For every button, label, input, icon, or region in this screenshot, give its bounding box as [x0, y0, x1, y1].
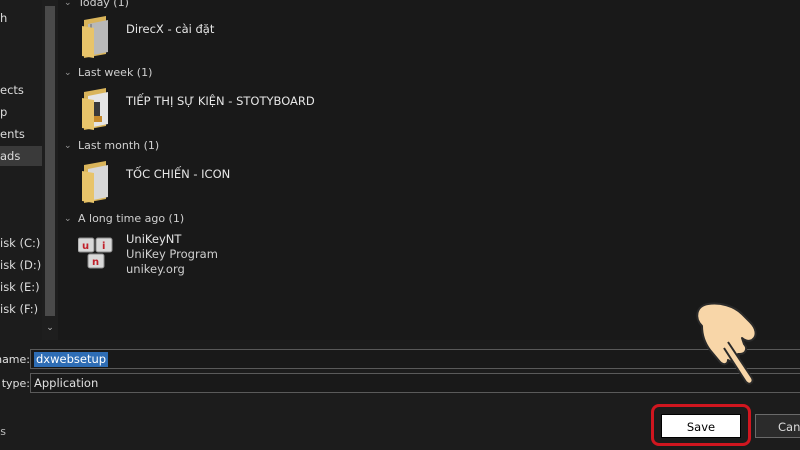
nav-item-drive-e[interactable]: isk (E:): [0, 277, 42, 297]
item-name: TIẾP THỊ SỰ KIỆN - STOTYBOARD: [126, 94, 315, 108]
filename-label: name:: [0, 353, 30, 366]
sidebar-scrollbar[interactable]: ⌄: [42, 0, 58, 340]
scrollbar-thumb[interactable]: [45, 6, 55, 316]
filetype-value: Application: [34, 376, 99, 390]
folder-icon: [78, 14, 114, 58]
svg-text:u: u: [82, 241, 89, 252]
hide-folders-toggle[interactable]: s: [0, 425, 6, 438]
item-name: UniKeyNT: [126, 232, 182, 246]
nav-item-1[interactable]: h: [0, 8, 42, 28]
item-name: DirecX - cài đặt: [126, 22, 215, 36]
save-highlight-box: [651, 404, 751, 446]
list-item[interactable]: DirecX - cài đặt: [78, 14, 214, 66]
list-item[interactable]: TỐC CHIẾN - ICON: [78, 159, 230, 211]
chevron-down-icon: ⌄: [64, 0, 72, 8]
cancel-button[interactable]: Canc: [755, 414, 800, 438]
nav-item-2[interactable]: ects: [0, 80, 42, 100]
group-header-long-ago[interactable]: ⌄ A long time ago (1): [64, 210, 184, 228]
navigation-pane: h ects p ents ads isk (C:) isk (D:) isk …: [0, 0, 58, 340]
folder-icon: [78, 159, 114, 203]
filetype-label: type:: [1, 377, 30, 390]
svg-text:n: n: [92, 257, 99, 268]
group-header-last-month[interactable]: ⌄ Last month (1): [64, 137, 159, 155]
group-header-last-week[interactable]: ⌄ Last week (1): [64, 64, 152, 82]
svg-text:i: i: [102, 241, 105, 252]
chevron-down-icon: ⌄: [64, 68, 72, 78]
nav-item-drive-f[interactable]: isk (F:): [0, 299, 42, 319]
nav-item-3[interactable]: p: [0, 102, 42, 122]
folder-icon: [78, 86, 114, 130]
chevron-down-icon: ⌄: [64, 141, 72, 151]
item-publisher: unikey.org: [126, 262, 185, 276]
nav-item-downloads[interactable]: ads: [0, 146, 42, 166]
nav-item-drive-d[interactable]: isk (D:): [0, 255, 42, 275]
chevron-down-icon: ⌄: [64, 214, 72, 224]
pointing-hand-icon: [688, 296, 768, 388]
item-name: TỐC CHIẾN - ICON: [126, 167, 231, 181]
filename-input[interactable]: dxwebsetup: [30, 349, 800, 369]
nav-item-4[interactable]: ents: [0, 124, 42, 144]
item-description: UniKey Program: [126, 247, 218, 261]
nav-item-drive-c[interactable]: isk (C:): [0, 233, 42, 253]
scroll-down-icon[interactable]: ⌄: [45, 322, 55, 334]
filename-value: dxwebsetup: [34, 352, 109, 367]
list-item[interactable]: u i n UniKeyNT UniKey Program unikey.org: [77, 228, 218, 280]
filetype-select[interactable]: Application: [30, 373, 800, 393]
unikey-app-icon: u i n: [77, 228, 114, 272]
list-item[interactable]: TIẾP THỊ SỰ KIỆN - STOTYBOARD: [78, 86, 315, 138]
group-header-today[interactable]: ⌄ Today (1): [64, 0, 129, 12]
file-list: ⌄ Today (1) DirecX - cài đặt ⌄ Last week…: [58, 0, 800, 340]
